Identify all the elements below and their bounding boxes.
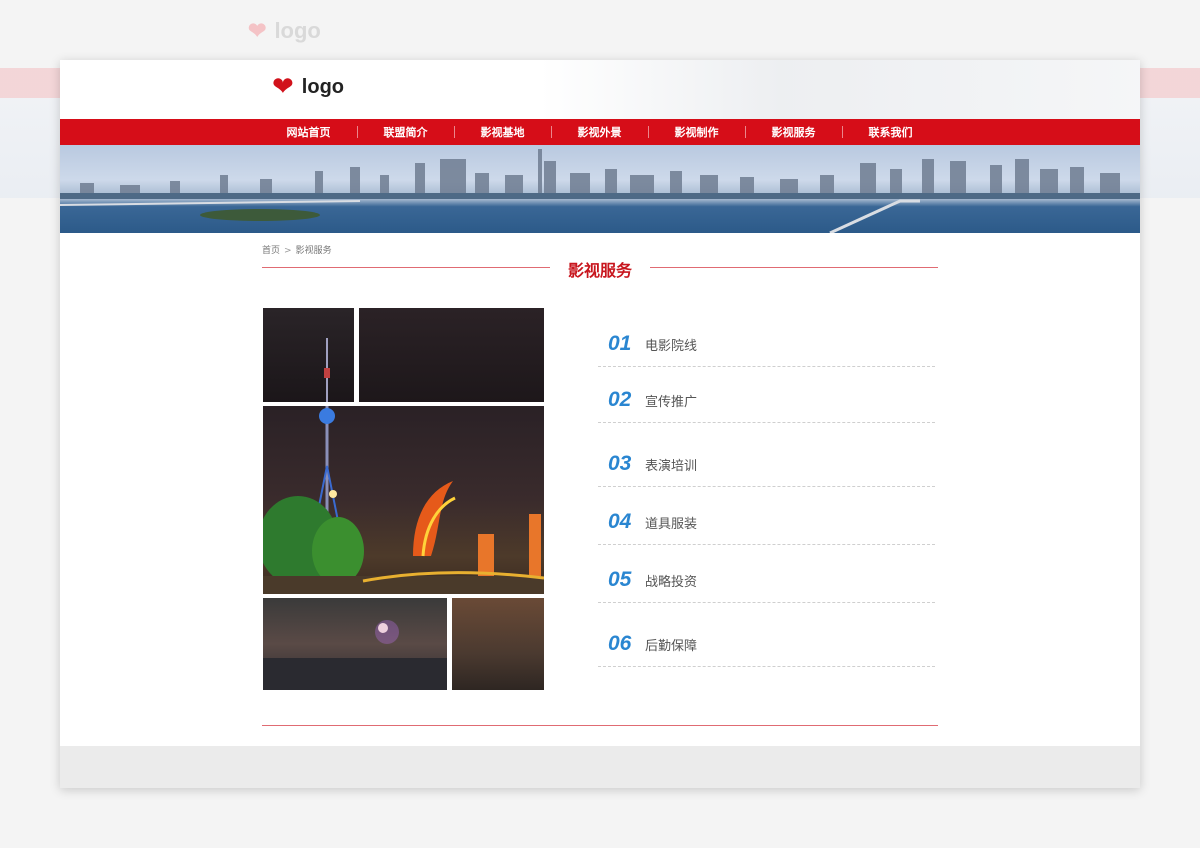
service-number: 05 (608, 568, 632, 591)
bottom-divider (262, 725, 938, 726)
heart-icon: ❤ (248, 18, 267, 43)
heart-icon: ❤ (272, 72, 294, 102)
page-title: 影视服务 (567, 261, 632, 280)
tv-tower-top-graphic (324, 338, 330, 402)
service-name: 后勤保障 (645, 639, 698, 654)
main-nav: 网站首页 联盟简介 影视基地 影视外景 影视制作 影视服务 联系我们 (60, 119, 1140, 145)
service-number: 03 (608, 452, 632, 475)
site-logo[interactable]: ❤ logo (272, 74, 344, 100)
gallery-photo[interactable] (263, 598, 447, 690)
gallery-photo[interactable] (263, 308, 354, 402)
service-name: 战略投资 (645, 575, 698, 590)
background-logo: ❤ logo (248, 18, 321, 43)
main-content: 首页 > 影视服务 影视服务 01 电影院线 02 宣传推广 03 表演培训 0… (60, 233, 1140, 747)
service-name: 电影院线 (645, 339, 698, 354)
gallery-photo[interactable] (359, 308, 544, 402)
plaza-night-graphic (263, 620, 447, 690)
city-skyline-graphic (60, 149, 1140, 233)
nav-item-home[interactable]: 网站首页 (260, 124, 357, 140)
service-name: 道具服装 (645, 517, 698, 532)
divider-right (650, 267, 938, 268)
nav-item-locations[interactable]: 影视外景 (551, 124, 648, 140)
service-number: 02 (608, 388, 632, 411)
service-number: 04 (608, 510, 632, 533)
service-item[interactable]: 06 后勤保障 (598, 603, 935, 667)
nav-item-about[interactable]: 联盟简介 (357, 124, 454, 140)
nav-item-contact[interactable]: 联系我们 (842, 124, 939, 140)
nav-item-services[interactable]: 影视服务 (745, 124, 842, 140)
header-skyline-image (540, 60, 1140, 119)
service-number: 01 (608, 332, 632, 355)
nav-item-film-base[interactable]: 影视基地 (454, 124, 551, 140)
service-item[interactable]: 02 宣传推广 (598, 367, 935, 423)
service-list: 01 电影院线 02 宣传推广 03 表演培训 04 道具服装 05 战略投资 … (598, 311, 935, 667)
service-number: 06 (608, 632, 632, 655)
gallery-photo[interactable] (452, 598, 544, 690)
service-item[interactable]: 03 表演培训 (598, 423, 935, 487)
photo-gallery (263, 308, 544, 690)
page-card: ❤ logo 网站首页 联盟简介 影视基地 影视外景 影视制作 影视服务 联系我… (60, 60, 1140, 788)
footer (60, 746, 1140, 788)
nav-item-production[interactable]: 影视制作 (648, 124, 745, 140)
logo-text: logo (301, 75, 345, 98)
service-item[interactable]: 01 电影院线 (598, 311, 935, 367)
service-item[interactable]: 04 道具服装 (598, 487, 935, 545)
city-banner-image (60, 145, 1140, 233)
section-header: 影视服务 (262, 255, 938, 280)
header: ❤ logo (60, 60, 1140, 119)
service-name: 表演培训 (645, 459, 698, 474)
service-item[interactable]: 05 战略投资 (598, 545, 935, 603)
night-park-graphic (263, 406, 544, 594)
gallery-photo[interactable] (263, 406, 544, 594)
service-name: 宣传推广 (645, 395, 698, 410)
